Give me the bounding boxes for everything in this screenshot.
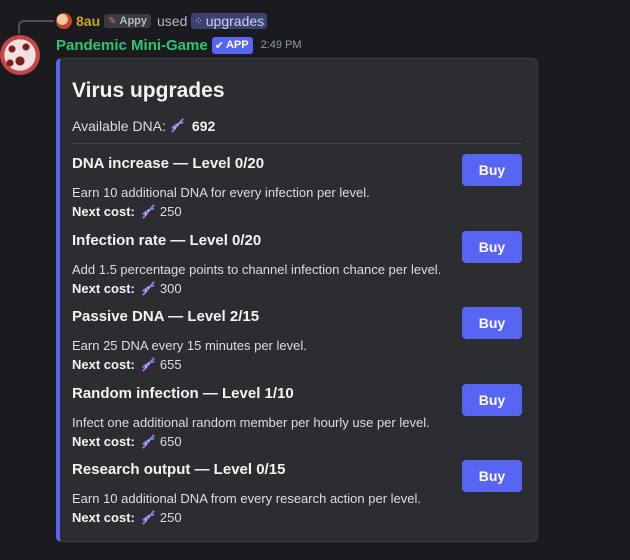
cost-label: Next cost: <box>72 510 135 525</box>
buy-button-passive-dna[interactable]: Buy <box>462 307 522 339</box>
upgrade-cost: Next cost: 655 <box>72 355 182 374</box>
command-mention[interactable]: ⁘ upgrades <box>191 13 268 29</box>
upgrade-description: Add 1.5 percentage points to channel inf… <box>72 262 442 277</box>
author-name[interactable]: Pandemic Mini-Game <box>56 37 208 54</box>
dna-icon <box>171 118 184 133</box>
upgrade-title: Infection rate — Level 0/20 <box>72 232 262 249</box>
buy-button-infection-rate[interactable]: Buy <box>462 231 522 263</box>
upgrade-description: Infect one additional random member per … <box>72 415 430 430</box>
upgrade-research-output: Research output — Level 0/15 Earn 10 add… <box>72 460 528 531</box>
available-dna: Available DNA: 692 <box>72 116 215 135</box>
embed-divider <box>72 143 522 144</box>
reply-action: used <box>157 13 188 29</box>
upgrade-title: DNA increase — Level 0/20 <box>72 155 265 172</box>
upgrade-title: Passive DNA — Level 2/15 <box>72 308 260 325</box>
upgrade-cost: Next cost: 300 <box>72 279 182 298</box>
buy-button-random-infection[interactable]: Buy <box>462 384 522 416</box>
timestamp[interactable]: 2:49 PM <box>261 39 302 51</box>
cost-label: Next cost: <box>72 357 135 372</box>
reply-spine <box>18 20 54 34</box>
user-tag-label: Appy <box>119 15 148 27</box>
buy-button-research-output[interactable]: Buy <box>462 460 522 492</box>
replied-user-avatar[interactable] <box>56 13 72 29</box>
cost-label: Next cost: <box>72 204 135 219</box>
cost-label: Next cost: <box>72 434 135 449</box>
upgrade-cost: Next cost: 250 <box>72 202 182 221</box>
cost-label: Next cost: <box>72 281 135 296</box>
dna-icon <box>141 510 155 525</box>
command-name: upgrades <box>205 13 265 29</box>
available-dna-label: Available DNA: <box>72 117 166 134</box>
upgrade-cost: Next cost: 250 <box>72 508 182 527</box>
embed-title: Virus upgrades <box>72 79 225 102</box>
discord-message: 8au ✎ Appy used ⁘ upgrades Pandemic Mini… <box>0 0 630 560</box>
cost-value: 300 <box>159 281 182 296</box>
bot-avatar[interactable] <box>0 35 40 75</box>
cost-value: 250 <box>159 510 182 525</box>
reply-context[interactable]: 8au ✎ Appy used ⁘ upgrades <box>56 11 268 31</box>
available-dna-value: 692 <box>191 117 216 134</box>
upgrade-cost: Next cost: 650 <box>72 432 182 451</box>
app-badge-label: APP <box>225 39 249 51</box>
dna-icon <box>141 357 155 372</box>
upgrade-dna-increase: DNA increase — Level 0/20 Earn 10 additi… <box>72 154 528 225</box>
author-row: Pandemic Mini-Game ✔ APP 2:49 PM <box>56 35 302 55</box>
upgrade-title: Random infection — Level 1/10 <box>72 385 294 402</box>
upgrade-passive-dna: Passive DNA — Level 2/15 Earn 25 DNA eve… <box>72 307 528 378</box>
app-badge: ✔ APP <box>211 36 253 54</box>
dna-icon <box>141 281 155 296</box>
upgrade-description: Earn 10 additional DNA from every resear… <box>72 491 422 506</box>
cost-value: 650 <box>159 434 182 449</box>
dna-icon <box>141 434 155 449</box>
user-tag: ✎ Appy <box>104 14 152 28</box>
cost-value: 250 <box>159 204 182 219</box>
verified-check-icon: ✔ <box>214 39 224 52</box>
wrench-icon: ✎ <box>108 15 117 27</box>
upgrade-description: Earn 25 DNA every 15 minutes per level. <box>72 338 307 353</box>
cost-value: 655 <box>159 357 182 372</box>
buy-button-dna-increase[interactable]: Buy <box>462 154 522 186</box>
upgrade-title: Research output — Level 0/15 <box>72 461 286 478</box>
upgrades-embed: Virus upgrades Available DNA: 692 DNA in… <box>56 58 538 542</box>
upgrade-infection-rate: Infection rate — Level 0/20 Add 1.5 perc… <box>72 231 528 302</box>
upgrade-description: Earn 10 additional DNA for every infecti… <box>72 185 370 200</box>
upgrade-random-infection: Random infection — Level 1/10 Infect one… <box>72 384 528 455</box>
slash-command-icon: ⁘ <box>194 15 203 27</box>
dna-icon <box>141 204 155 219</box>
replied-username[interactable]: 8au <box>76 13 100 29</box>
